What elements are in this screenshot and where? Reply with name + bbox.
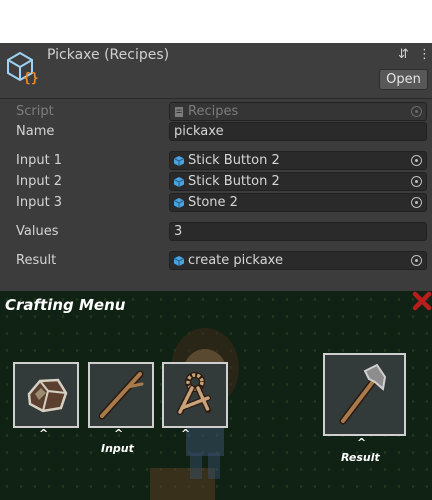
input2-label: Input 2 bbox=[16, 174, 63, 189]
script-value: Recipes bbox=[188, 104, 239, 119]
input1-row: Input 1 Stick Button 2 bbox=[0, 151, 432, 171]
input1-value: Stick Button 2 bbox=[188, 153, 280, 168]
inspector-panel: {} Pickaxe (Recipes) ⇵ ⋮ Open Script Rec… bbox=[0, 43, 432, 291]
input2-field[interactable]: Stick Button 2 bbox=[169, 172, 427, 191]
input3-row: Input 3 Stone 2 bbox=[0, 193, 432, 213]
name-row: Name pickaxe bbox=[0, 122, 432, 142]
object-picker-icon[interactable] bbox=[411, 197, 422, 208]
name-label: Name bbox=[16, 124, 55, 139]
input3-field[interactable]: Stone 2 bbox=[169, 193, 427, 212]
inspector-header: {} Pickaxe (Recipes) ⇵ ⋮ Open bbox=[0, 43, 432, 99]
values-field[interactable]: 3 bbox=[169, 222, 427, 241]
object-picker-icon[interactable] bbox=[411, 155, 422, 166]
slot-3-caret: ^ bbox=[181, 427, 191, 440]
inspector-title: Pickaxe (Recipes) bbox=[47, 47, 170, 63]
input1-label: Input 1 bbox=[16, 153, 63, 168]
pickaxe-icon bbox=[339, 363, 387, 425]
result-field[interactable]: create pickaxe bbox=[169, 251, 427, 270]
prefab-icon bbox=[174, 156, 184, 166]
prefab-icon bbox=[174, 198, 184, 208]
script-field: Recipes bbox=[169, 102, 427, 121]
object-picker-icon bbox=[411, 106, 422, 117]
script-label: Script bbox=[16, 104, 54, 119]
object-picker-icon[interactable] bbox=[411, 176, 422, 187]
result-row: Result create pickaxe bbox=[0, 251, 432, 271]
slot-2-caret: ^ bbox=[114, 427, 124, 440]
crafting-menu-title: Crafting Menu bbox=[5, 296, 126, 314]
values-label: Values bbox=[16, 224, 59, 239]
prefab-icon bbox=[174, 177, 184, 187]
values-value: 3 bbox=[174, 224, 183, 239]
input1-field[interactable]: Stick Button 2 bbox=[169, 151, 427, 170]
slot-1-caret: ^ bbox=[39, 427, 49, 440]
sliders-icon[interactable]: ⇵ bbox=[398, 47, 409, 62]
input-slot-2[interactable] bbox=[88, 362, 154, 428]
input2-value: Stick Button 2 bbox=[188, 174, 280, 189]
input-slot-3[interactable] bbox=[162, 362, 228, 428]
input3-value: Stone 2 bbox=[188, 195, 238, 210]
input2-row: Input 2 Stick Button 2 bbox=[0, 172, 432, 192]
game-view: Crafting Menu ^ ^ Input ^ ^ Result bbox=[0, 291, 432, 500]
result-value: create pickaxe bbox=[188, 253, 283, 268]
svg-text:{}: {} bbox=[23, 71, 39, 85]
scriptable-object-icon: {} bbox=[7, 51, 39, 85]
values-row: Values 3 bbox=[0, 222, 432, 242]
close-icon[interactable] bbox=[412, 291, 432, 311]
input-slot-1[interactable] bbox=[13, 362, 79, 428]
stone-icon bbox=[27, 378, 68, 413]
name-field[interactable]: pickaxe bbox=[169, 122, 427, 141]
object-picker-icon[interactable] bbox=[411, 255, 422, 266]
script-row: Script Recipes bbox=[0, 102, 432, 122]
script-file-icon bbox=[175, 107, 183, 117]
stick-icon bbox=[98, 370, 144, 420]
open-button[interactable]: Open bbox=[379, 69, 428, 90]
rope-icon bbox=[177, 372, 211, 415]
prefab-icon bbox=[174, 256, 184, 266]
result-label: Result bbox=[341, 451, 380, 464]
result-caret: ^ bbox=[357, 436, 367, 449]
input-label: Input bbox=[101, 442, 134, 455]
result-slot[interactable] bbox=[323, 353, 406, 436]
result-label: Result bbox=[16, 253, 57, 268]
input3-label: Input 3 bbox=[16, 195, 63, 210]
kebab-menu-icon[interactable]: ⋮ bbox=[418, 47, 431, 62]
name-value: pickaxe bbox=[174, 124, 224, 139]
